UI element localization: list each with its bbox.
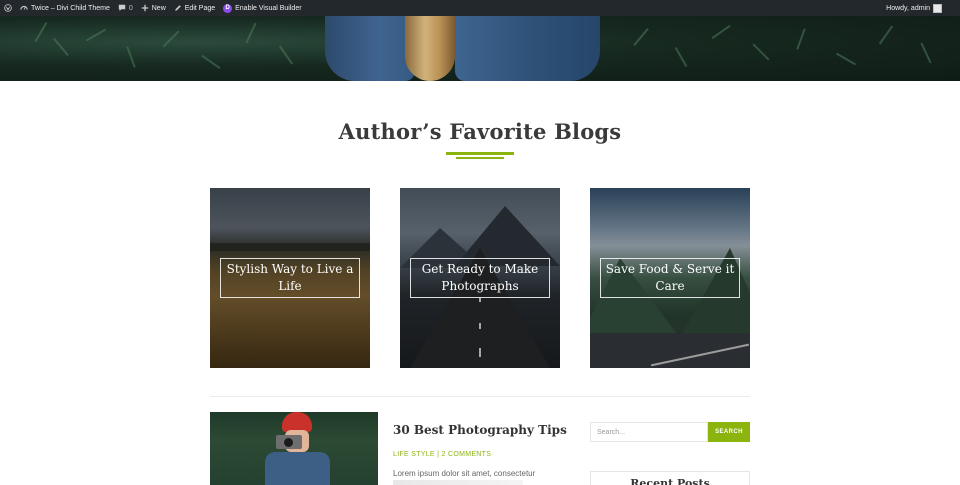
dashboard-icon — [20, 5, 28, 10]
new-label: New — [151, 4, 166, 12]
search-placeholder: Search... — [597, 428, 626, 436]
greeting: Howdy, admin — [886, 4, 930, 12]
section-title: Author’s Favorite Blogs — [338, 119, 622, 144]
wordpress-menu[interactable] — [0, 0, 16, 16]
post-title[interactable]: 30 Best Photography Tips — [393, 423, 567, 437]
search-input[interactable]: Search... — [590, 422, 708, 442]
site-name: Twice – Divi Child Theme — [31, 4, 110, 12]
blog-card-label: Get Ready to Make Photographs — [410, 258, 550, 298]
new-content-link[interactable]: New — [137, 0, 170, 16]
post-comments-link[interactable]: 2 COMMENTS — [442, 451, 492, 458]
account-menu[interactable]: Howdy, admin — [882, 0, 960, 16]
blog-card-label: Save Food & Serve it Care — [600, 258, 740, 298]
post-thumbnail[interactable] — [210, 412, 378, 485]
blog-card-save-food[interactable]: Save Food & Serve it Care — [590, 188, 750, 368]
blog-card-photographs[interactable]: Get Ready to Make Photographs — [400, 188, 560, 368]
recent-posts-title: Recent Posts — [630, 477, 710, 485]
site-name-link[interactable]: Twice – Divi Child Theme — [16, 0, 114, 16]
plus-icon — [141, 4, 148, 12]
comments-link[interactable]: 0 — [114, 0, 137, 16]
visual-builder-label: Enable Visual Builder — [235, 4, 302, 12]
hero-image — [0, 16, 960, 81]
post-excerpt: Lorem ipsum dolor sit amet, consectetur — [393, 469, 536, 478]
pencil-icon — [174, 5, 181, 11]
visual-builder-link[interactable]: D Enable Visual Builder — [219, 0, 305, 16]
comments-count: 0 — [128, 4, 133, 12]
title-divider — [446, 152, 514, 155]
edit-page-label: Edit Page — [184, 4, 216, 12]
post-category-link[interactable]: LIFE STYLE — [393, 451, 435, 458]
blog-card-stylish-way[interactable]: Stylish Way to Live a Life — [210, 188, 370, 368]
divi-icon: D — [223, 3, 233, 13]
meta-separator: | — [437, 451, 440, 458]
post-meta: LIFE STYLE | 2 COMMENTS — [393, 451, 491, 458]
post-excerpt-continued — [393, 480, 523, 485]
admin-bar: Twice – Divi Child Theme 0 New Edit Page… — [0, 0, 960, 16]
section-divider — [210, 396, 750, 397]
edit-page-link[interactable]: Edit Page — [170, 0, 219, 16]
wordpress-logo-icon — [4, 4, 12, 12]
blog-card-label: Stylish Way to Live a Life — [220, 258, 360, 298]
comment-icon — [118, 4, 126, 12]
avatar — [933, 3, 942, 13]
title-divider-short — [456, 157, 504, 159]
search-button[interactable]: SEARCH — [708, 422, 750, 442]
